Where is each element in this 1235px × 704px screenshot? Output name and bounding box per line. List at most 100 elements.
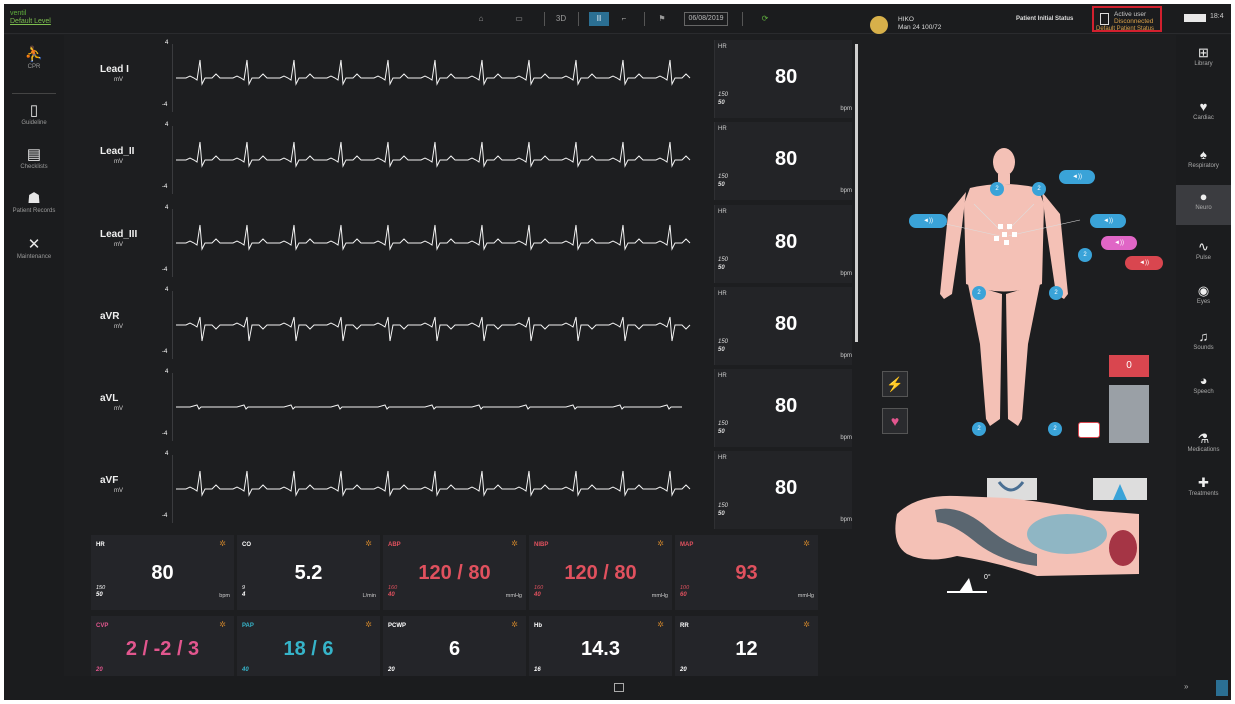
pulse-point-radial-left[interactable]: 2: [972, 286, 986, 300]
vital-value: 120 / 80: [418, 562, 491, 584]
refresh-icon[interactable]: ⟳: [758, 12, 772, 26]
date-button[interactable]: 06/08/2019: [684, 12, 728, 26]
nav-guideline[interactable]: ▯ Guideline: [4, 103, 64, 127]
vital-pcwp[interactable]: PCWP ✲ 6 20: [383, 616, 526, 676]
flag-icon[interactable]: ⚑: [656, 12, 668, 26]
hr-panel-1[interactable]: HR 80 150 50 bpm: [714, 122, 852, 200]
nav-eyes[interactable]: ◉ Eyes: [1176, 279, 1231, 319]
hr-low-alarm: 50: [718, 100, 725, 106]
hr-value: 80: [775, 148, 798, 170]
lead-name: Lead_III: [100, 229, 138, 240]
gear-icon[interactable]: ✲: [803, 539, 810, 548]
hr-value: 80: [775, 477, 798, 499]
hr-value: 80: [775, 313, 798, 335]
hr-unit: bpm: [840, 435, 852, 441]
hr-value: 80: [775, 66, 798, 88]
waveform-scrollbar[interactable]: [855, 44, 858, 342]
sound-bubble-neck[interactable]: ◄)): [1059, 170, 1095, 184]
nav-cardiac[interactable]: ♥ Cardiac: [1176, 95, 1231, 135]
screen-icon[interactable]: ▭: [512, 12, 526, 26]
nav-maintenance[interactable]: ✕ Maintenance: [4, 237, 64, 261]
airway-icon[interactable]: [1078, 422, 1100, 438]
home-icon[interactable]: ⌂: [474, 12, 488, 26]
vital-name: MAP: [680, 542, 694, 548]
patient-avatar[interactable]: [870, 16, 888, 34]
vital-pap[interactable]: PAP ✲ 18 / 6 40: [237, 616, 380, 676]
vital-hb[interactable]: Hb ✲ 14.3 16: [529, 616, 672, 676]
nav-library[interactable]: ⊞ Library: [1176, 41, 1231, 81]
scale-top: 4: [165, 451, 169, 457]
sound-bubble-right-chest[interactable]: ◄)): [1090, 214, 1126, 228]
pulse-point-pedal-left[interactable]: 2: [972, 422, 986, 436]
vital-abp[interactable]: ABP ✲ 120 / 80 160 40 mmHg: [383, 535, 526, 610]
hr-unit: bpm: [840, 106, 852, 112]
hr-low-alarm: 50: [718, 182, 725, 188]
sound-bubble-heart[interactable]: ◄)): [1101, 236, 1137, 250]
nav-sounds[interactable]: ♫ Sounds: [1176, 325, 1231, 365]
nav-neuro[interactable]: ● Neuro: [1176, 185, 1231, 225]
level-link[interactable]: Default Level: [10, 18, 51, 26]
patient-record-icon: ☗: [27, 190, 41, 207]
gear-icon[interactable]: ✲: [219, 539, 226, 548]
stop-icon[interactable]: ⌐: [617, 12, 631, 26]
pulse-point-carotid-left[interactable]: 2: [990, 182, 1004, 196]
airway-cross-section[interactable]: [887, 474, 1149, 602]
nav-pulse[interactable]: ∿ Pulse: [1176, 235, 1231, 275]
vital-cvp[interactable]: CVP ✲ 2 / -2 / 3 20: [91, 616, 234, 676]
nav-cpr[interactable]: ⛹ CPR: [4, 47, 64, 71]
pulse-point-carotid-right[interactable]: 2: [1032, 182, 1046, 196]
nav-treatments[interactable]: ✚ Treatments: [1176, 471, 1231, 511]
vital-low: 20: [388, 667, 395, 673]
heart-monitor-icon[interactable]: ♥: [882, 408, 908, 434]
3d-view-button[interactable]: 3D: [552, 12, 570, 26]
vital-nibp[interactable]: NIBP ✲ 120 / 80 160 40 mmHg: [529, 535, 672, 610]
gear-icon[interactable]: ✲: [511, 539, 518, 548]
lead-unit: mV: [114, 242, 123, 248]
pulse-point-radial-right[interactable]: 2: [1049, 286, 1063, 300]
patient-body[interactable]: [904, 144, 1104, 434]
collapse-icon[interactable]: »: [1184, 682, 1188, 691]
vital-unit: bpm: [219, 593, 230, 599]
sound-bubble-left-chest[interactable]: ◄)): [909, 214, 947, 228]
device-icon: [1100, 13, 1109, 25]
vital-hr[interactable]: HR ✲ 80 150 50 bpm: [91, 535, 234, 610]
pulse-point-pedal-right[interactable]: 2: [1048, 422, 1062, 436]
pause-button[interactable]: II: [589, 12, 609, 26]
hr-high-alarm: 150: [718, 92, 729, 98]
nav-patient-records[interactable]: ☗ Patient Records: [4, 190, 64, 215]
scale-top: 4: [165, 205, 169, 211]
vital-unit: mmHg: [505, 593, 522, 599]
lead-name: aVL: [100, 393, 119, 404]
hr-panel-5[interactable]: HR 80 150 50 bpm: [714, 451, 852, 529]
sound-bubble-abdomen[interactable]: ◄)): [1125, 256, 1163, 270]
hr-panel-3[interactable]: HR 80 150 50 bpm: [714, 287, 852, 365]
nav-speech[interactable]: ◕ Speech: [1176, 369, 1231, 409]
nav-medications[interactable]: ⚗ Medications: [1176, 427, 1231, 467]
lead-axis: [172, 455, 173, 523]
defibrillation-icon[interactable]: ⚡: [882, 371, 908, 397]
hr-low-alarm: 50: [718, 429, 725, 435]
nav-respiratory[interactable]: ♠ Respiratory: [1176, 143, 1231, 183]
lead-axis: [172, 44, 173, 112]
hr-panel-2[interactable]: HR 80 150 50 bpm: [714, 205, 852, 283]
lead-axis: [172, 209, 173, 277]
vital-map[interactable]: MAP ✲ 93 100 60 mmHg: [675, 535, 818, 610]
gear-icon[interactable]: ✲: [803, 620, 810, 629]
vital-co[interactable]: CO ✲ 5.2 9 4 L/min: [237, 535, 380, 610]
hr-panel-4[interactable]: HR 80 150 50 bpm: [714, 369, 852, 447]
vital-rr[interactable]: RR ✲ 12 20: [675, 616, 818, 676]
screenshot-icon[interactable]: [614, 683, 624, 692]
gear-icon[interactable]: ✲: [365, 539, 372, 548]
hr-panel-0[interactable]: HR 80 150 50 bpm: [714, 40, 852, 118]
gear-icon[interactable]: ✲: [511, 620, 518, 629]
gear-icon[interactable]: ✲: [657, 539, 664, 548]
expand-icon[interactable]: [1216, 680, 1228, 696]
gear-icon[interactable]: ✲: [365, 620, 372, 629]
vital-value: 93: [735, 562, 758, 584]
gear-icon[interactable]: ✲: [219, 620, 226, 629]
nav-checklists[interactable]: ▤ Checklists: [4, 147, 64, 171]
patient-status-dropdown[interactable]: Default Patient Status: [1096, 26, 1154, 32]
lead-name: aVF: [100, 475, 119, 486]
pulse-point-brachial[interactable]: 2: [1078, 248, 1092, 262]
gear-icon[interactable]: ✲: [657, 620, 664, 629]
